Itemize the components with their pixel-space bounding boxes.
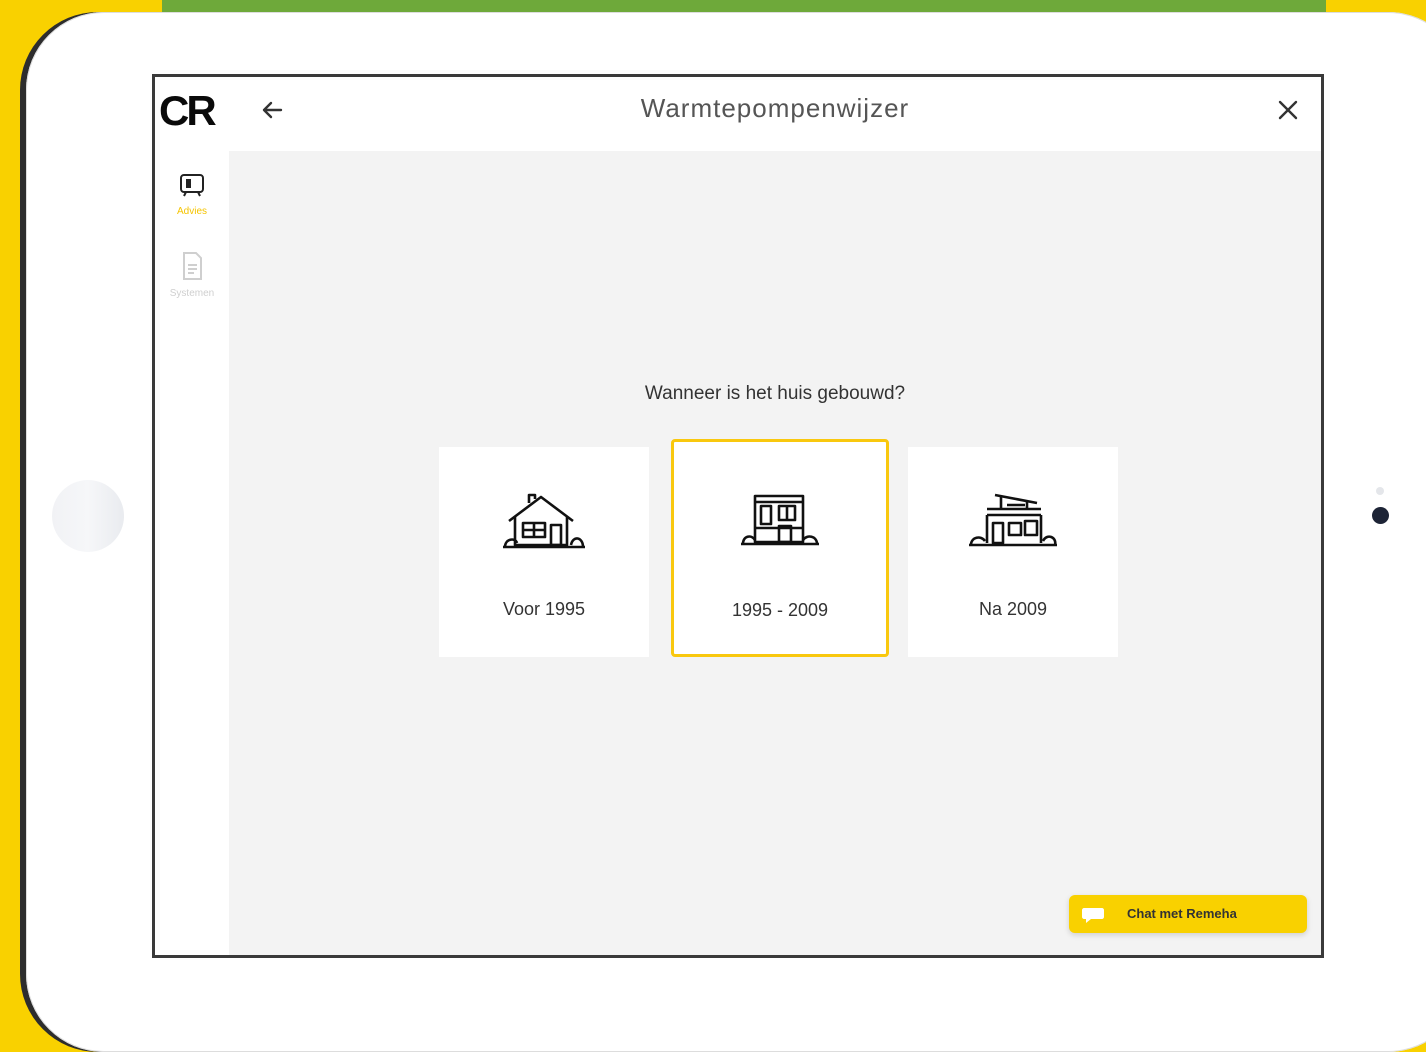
question-text: Wanneer is het huis gebouwd? bbox=[644, 383, 906, 404]
sidebar-item-advies[interactable]: Advies bbox=[155, 171, 229, 217]
tablet-camera bbox=[1372, 507, 1389, 524]
close-icon[interactable] bbox=[1273, 95, 1303, 125]
option-label: Voor 1995 bbox=[502, 599, 586, 619]
tablet-home-button bbox=[52, 480, 124, 552]
chat-button[interactable]: Chat met Remeha bbox=[1069, 895, 1307, 933]
option-1995-2009[interactable]: 1995 - 2009 bbox=[671, 439, 889, 657]
option-label: Na 2009 bbox=[978, 599, 1048, 619]
app-screen: CR Advies Systemen Warmtepompenwijzer Wa… bbox=[152, 74, 1324, 958]
sidebar-item-systemen[interactable]: Systemen bbox=[155, 251, 229, 299]
sidebar-item-label: Systemen bbox=[169, 288, 215, 299]
chat-bubble-icon bbox=[1082, 908, 1104, 923]
sidebar: CR Advies Systemen bbox=[155, 77, 229, 955]
option-label: 1995 - 2009 bbox=[731, 600, 829, 620]
contemporary-house-icon bbox=[969, 493, 1057, 547]
option-voor-1995[interactable]: Voor 1995 bbox=[439, 447, 649, 657]
tablet-sensor bbox=[1376, 487, 1384, 495]
app-logo: CR bbox=[159, 87, 217, 134]
chat-button-label: Chat met Remeha bbox=[1127, 906, 1237, 921]
sidebar-item-label: Advies bbox=[176, 206, 207, 217]
modern-house-icon bbox=[741, 494, 819, 546]
option-na-2009[interactable]: Na 2009 bbox=[908, 447, 1118, 657]
traditional-house-icon bbox=[503, 493, 585, 549]
header: Warmtepompenwijzer bbox=[229, 77, 1321, 151]
page-title: Warmtepompenwijzer bbox=[640, 93, 910, 123]
advice-icon bbox=[180, 174, 204, 197]
document-icon bbox=[183, 252, 202, 280]
